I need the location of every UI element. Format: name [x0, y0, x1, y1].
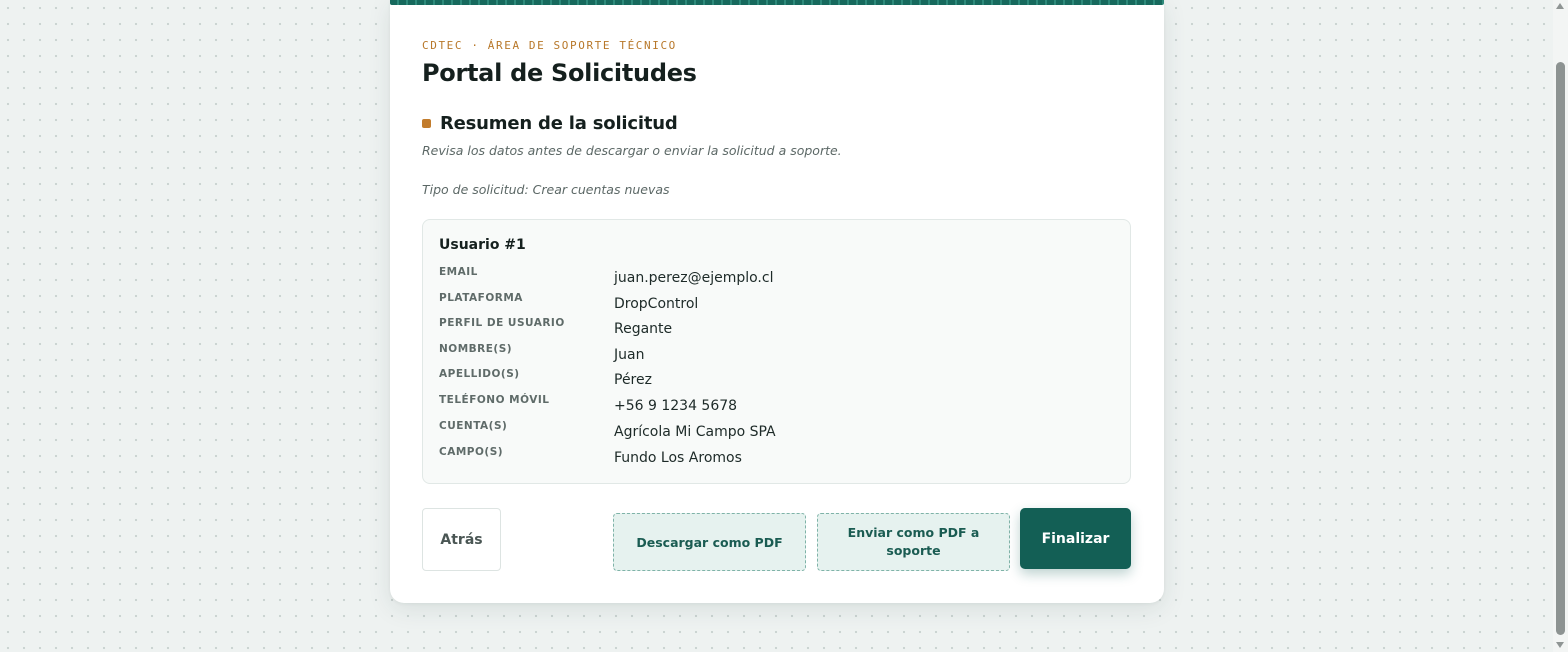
section-description: Revisa los datos antes de descargar o en…	[422, 143, 842, 158]
vertical-scrollbar[interactable]	[1553, 0, 1568, 652]
field-value: Fundo Los Aromos	[614, 450, 742, 466]
field-row-platform: PLATAFORMA DropControl	[439, 292, 1109, 316]
field-label: NOMBRE(S)	[439, 343, 513, 355]
field-label: APELLIDO(S)	[439, 368, 520, 380]
field-value: juan.perez@ejemplo.cl	[614, 270, 774, 286]
field-value: Juan	[614, 347, 645, 363]
field-label: EMAIL	[439, 266, 478, 278]
field-label: CUENTA(S)	[439, 420, 508, 432]
section-header: Resumen de la solicitud	[422, 113, 678, 134]
back-button[interactable]: Atrás	[422, 508, 501, 571]
field-row-fields: CAMPO(S) Fundo Los Aromos	[439, 446, 1109, 470]
department-eyebrow: CDTEC · ÁREA DE SOPORTE TÉCNICO	[422, 39, 677, 52]
user-heading: Usuario #1	[439, 237, 526, 253]
request-type: Tipo de solicitud: Crear cuentas nuevas	[422, 182, 670, 197]
square-bullet-icon	[422, 119, 431, 128]
request-summary-card: CDTEC · ÁREA DE SOPORTE TÉCNICO Portal d…	[390, 0, 1164, 603]
field-row-last-name: APELLIDO(S) Pérez	[439, 368, 1109, 392]
field-row-email: EMAIL juan.perez@ejemplo.cl	[439, 266, 1109, 290]
scrollbar-thumb[interactable]	[1556, 62, 1565, 635]
field-value: +56 9 1234 5678	[614, 398, 738, 414]
field-value: Pérez	[614, 372, 652, 388]
field-row-profile: PERFIL DE USUARIO Regante	[439, 317, 1109, 341]
finish-button[interactable]: Finalizar	[1020, 508, 1131, 569]
field-row-first-name: NOMBRE(S) Juan	[439, 343, 1109, 367]
field-label: CAMPO(S)	[439, 446, 504, 458]
card-top-stripe	[390, 0, 1164, 5]
field-row-accounts: CUENTA(S) Agrícola Mi Campo SPA	[439, 420, 1109, 444]
field-value: Regante	[614, 321, 673, 337]
user-summary-box: Usuario #1 EMAIL juan.perez@ejemplo.cl P…	[422, 219, 1131, 484]
send-pdf-to-support-button[interactable]: Enviar como PDF a soporte	[817, 513, 1010, 571]
field-label: PERFIL DE USUARIO	[439, 317, 565, 329]
triangle-down-icon[interactable]	[1556, 642, 1564, 648]
field-value: Agrícola Mi Campo SPA	[614, 424, 776, 440]
page-title: Portal de Solicitudes	[422, 59, 697, 87]
field-row-mobile-phone: TELÉFONO MÓVIL +56 9 1234 5678	[439, 394, 1109, 418]
field-label: TELÉFONO MÓVIL	[439, 394, 550, 406]
download-pdf-button[interactable]: Descargar como PDF	[613, 513, 806, 571]
triangle-up-icon[interactable]	[1556, 3, 1564, 9]
section-title: Resumen de la solicitud	[440, 113, 678, 134]
field-value: DropControl	[614, 296, 699, 312]
field-label: PLATAFORMA	[439, 292, 523, 304]
